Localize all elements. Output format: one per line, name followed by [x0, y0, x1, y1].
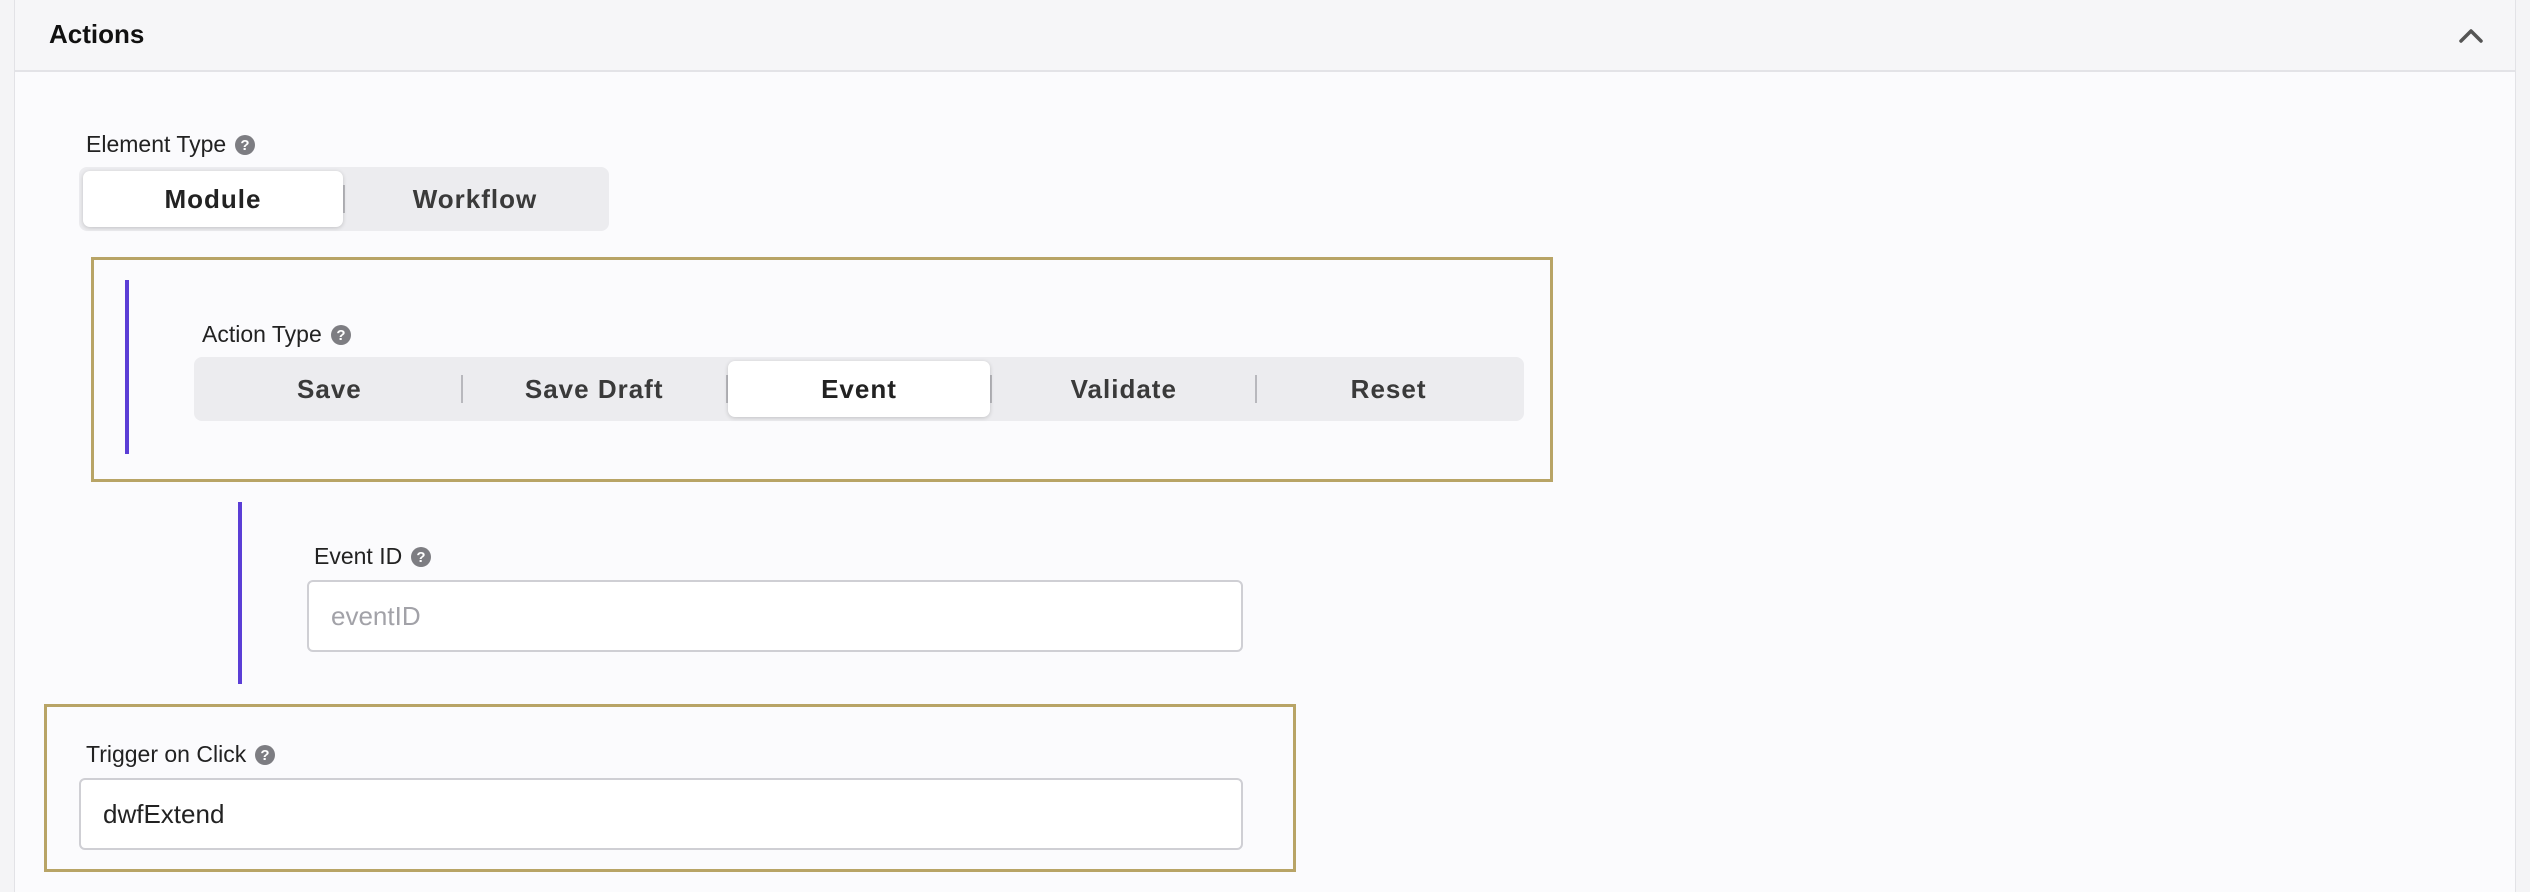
question-circle-icon[interactable]: ?	[410, 546, 432, 568]
nested-indicator-bar	[125, 280, 129, 454]
svg-text:?: ?	[336, 327, 345, 344]
action-type-label: Action Type	[202, 321, 322, 347]
action-type-toggle: Save Save Draft Event Validate Reset	[194, 357, 1524, 421]
svg-text:?: ?	[241, 137, 250, 154]
trigger-on-click-input[interactable]	[79, 778, 1243, 850]
svg-text:?: ?	[417, 549, 426, 566]
panel-title: Actions	[49, 19, 145, 49]
actions-panel: Actions Element Type ? Module Workflow A…	[14, 0, 2516, 892]
question-circle-icon[interactable]: ?	[234, 134, 256, 156]
event-id-input[interactable]	[307, 580, 1243, 652]
action-type-label-row: Action Type ?	[202, 321, 352, 348]
element-type-label-row: Element Type ?	[86, 131, 256, 158]
element-type-workflow-button[interactable]: Workflow	[345, 171, 605, 227]
trigger-on-click-label-row: Trigger on Click ?	[86, 741, 276, 768]
trigger-on-click-label: Trigger on Click	[86, 741, 247, 767]
question-circle-icon[interactable]: ?	[330, 324, 352, 346]
action-type-validate-button[interactable]: Validate	[992, 361, 1255, 417]
element-type-label: Element Type	[86, 131, 227, 157]
event-id-label-row: Event ID ?	[314, 543, 432, 570]
chevron-up-icon[interactable]	[2453, 18, 2489, 54]
nested-indicator-bar	[238, 502, 242, 684]
panel-header[interactable]: Actions	[15, 0, 2515, 72]
action-type-event-button[interactable]: Event	[727, 361, 991, 417]
action-type-reset-button[interactable]: Reset	[1257, 361, 1520, 417]
element-type-module-button[interactable]: Module	[83, 171, 343, 227]
element-type-toggle: Module Workflow	[79, 167, 609, 231]
question-circle-icon[interactable]: ?	[254, 744, 276, 766]
svg-text:?: ?	[261, 747, 270, 764]
action-type-save-draft-button[interactable]: Save Draft	[463, 361, 726, 417]
event-id-label: Event ID	[314, 543, 403, 569]
action-type-save-button[interactable]: Save	[198, 361, 461, 417]
